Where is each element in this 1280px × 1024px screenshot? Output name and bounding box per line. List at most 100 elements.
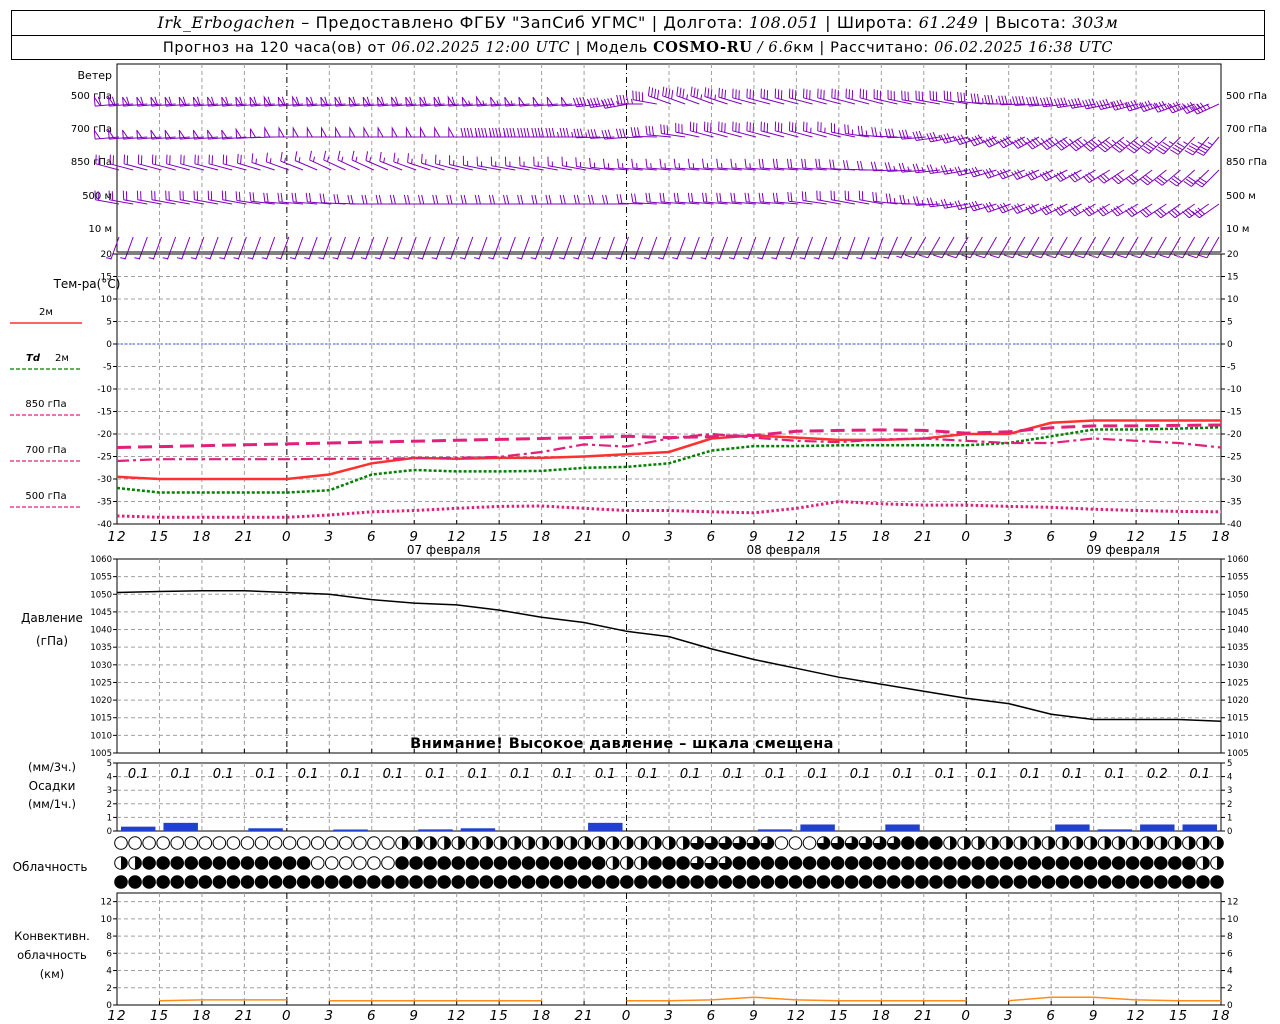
cloud-cover-full bbox=[451, 856, 465, 870]
precip-tick-label-right: 1 bbox=[1227, 813, 1232, 823]
precip-bar bbox=[757, 829, 793, 831]
wind-barb bbox=[545, 194, 572, 205]
wind-barb bbox=[954, 200, 983, 210]
cloud-cover-full bbox=[873, 856, 887, 870]
cloud-cover-full bbox=[409, 856, 423, 870]
wind-barb bbox=[333, 194, 360, 205]
precip-bar bbox=[1055, 824, 1090, 831]
cloud-cover-full bbox=[494, 875, 507, 889]
wind-barb bbox=[1018, 236, 1040, 259]
wind-barb bbox=[803, 88, 827, 105]
hour-label: 6 bbox=[1046, 529, 1056, 545]
cloud-cover-full bbox=[915, 875, 929, 889]
wind-barb bbox=[108, 190, 134, 205]
cloud-cover-half bbox=[950, 836, 957, 850]
wind-barb bbox=[389, 194, 417, 205]
date-label: 08 февраля bbox=[747, 543, 821, 557]
wind-barb bbox=[194, 154, 219, 171]
cloud-cover-half bbox=[640, 836, 648, 850]
convective-segment bbox=[1008, 996, 1052, 1002]
wind-barbs-1 bbox=[93, 121, 1220, 156]
cloud-cover-full bbox=[564, 875, 577, 889]
wind-barb bbox=[689, 121, 714, 138]
cloud-cover-half bbox=[626, 856, 634, 870]
cloud-cover-circle bbox=[170, 836, 185, 850]
cloud-cover-full bbox=[971, 856, 985, 870]
cloud-cover-circle bbox=[339, 856, 353, 870]
temperature-tick-label-right: 10 bbox=[1227, 295, 1239, 305]
cloud-cover-half bbox=[1202, 836, 1210, 850]
wind-barb bbox=[346, 236, 361, 260]
cloud-cover-full bbox=[845, 875, 858, 889]
precip-3h-label: 0.1 bbox=[553, 767, 574, 782]
cloud-cover-half bbox=[1034, 836, 1041, 850]
wind-barb bbox=[462, 155, 488, 171]
precip-tick-label-left: 2 bbox=[107, 800, 112, 810]
wind-barb bbox=[264, 126, 289, 138]
pressure-tick-label-right: 1055 bbox=[1227, 573, 1249, 583]
cloud-cover-half bbox=[1188, 836, 1196, 850]
legend-label-td: Td bbox=[26, 353, 41, 364]
cloud-cover-full bbox=[803, 875, 816, 889]
wind-barb bbox=[989, 236, 1012, 259]
wind-barb bbox=[179, 190, 204, 205]
cloud-cover-half bbox=[1090, 836, 1097, 850]
cloud-cover-half bbox=[528, 836, 535, 850]
precip-3h-label: 0.1 bbox=[510, 767, 531, 782]
cloud-cover-full bbox=[156, 856, 170, 870]
convective-tick-label-right: 6 bbox=[1227, 949, 1233, 959]
hour-label: 6 bbox=[367, 529, 377, 545]
wind-title: Ветер bbox=[78, 69, 112, 82]
cloud-cover-half bbox=[669, 836, 676, 850]
cloud-cover-full bbox=[199, 856, 212, 870]
precip-unit-1h: (мм/1ч.) bbox=[28, 797, 76, 811]
cloud-cover-full bbox=[325, 875, 339, 889]
wind-barb bbox=[476, 156, 502, 171]
cloud-cover-full bbox=[508, 856, 521, 870]
cloud-cover-full bbox=[761, 856, 774, 870]
cloud-cover-full bbox=[1013, 875, 1027, 889]
hour-label: 0 bbox=[282, 529, 292, 545]
hour-label: 0 bbox=[282, 1008, 292, 1024]
precip-3h-label: 0.1 bbox=[255, 767, 276, 782]
cloud-cover-full bbox=[128, 875, 142, 889]
cloud-cover-circle bbox=[324, 856, 339, 870]
legend-label: 700 гПа bbox=[25, 445, 66, 456]
cloud-cover-full bbox=[536, 875, 549, 889]
cloud-cover-full bbox=[831, 856, 844, 870]
cloud-cover-circle bbox=[240, 836, 255, 850]
wind-barb bbox=[602, 194, 629, 205]
cloud-cover-full bbox=[971, 875, 985, 889]
wind-barb bbox=[672, 236, 686, 260]
wind-barb bbox=[643, 236, 658, 260]
hour-label: 3 bbox=[1004, 1008, 1014, 1024]
hour-label: 15 bbox=[150, 529, 169, 545]
cloud-cover-full bbox=[1168, 856, 1182, 870]
wind-barb bbox=[774, 121, 799, 138]
wind-barb bbox=[459, 236, 474, 260]
cloud-cover-circle bbox=[381, 856, 395, 870]
cloud-cover-full bbox=[803, 856, 816, 870]
cloud-cover-half bbox=[1118, 836, 1125, 850]
cloud-cover-full bbox=[1182, 875, 1196, 889]
wind-barb bbox=[771, 236, 785, 260]
wind-barb bbox=[872, 191, 898, 205]
wind-barb bbox=[1067, 97, 1096, 109]
wind-barb bbox=[647, 86, 672, 105]
wind-barb bbox=[134, 236, 148, 260]
cloud-cover-full bbox=[1084, 856, 1097, 870]
precip-bar bbox=[418, 829, 453, 831]
wind-barb bbox=[940, 133, 969, 144]
convective-segment bbox=[668, 999, 712, 1002]
cloud-cover-full bbox=[578, 875, 591, 889]
cloud-cover-full bbox=[676, 875, 690, 889]
cloud-cover-half bbox=[1217, 836, 1224, 850]
cloud-cover-full bbox=[1056, 856, 1069, 870]
wind-barb bbox=[290, 236, 304, 260]
convective-segment bbox=[711, 996, 754, 1001]
hour-label: 15 bbox=[829, 1008, 848, 1024]
wind-barb bbox=[120, 236, 134, 260]
cloud-cover-full bbox=[887, 875, 901, 889]
cloud-cover-full bbox=[662, 856, 676, 870]
pressure-tick-label-right: 1045 bbox=[1227, 608, 1249, 618]
